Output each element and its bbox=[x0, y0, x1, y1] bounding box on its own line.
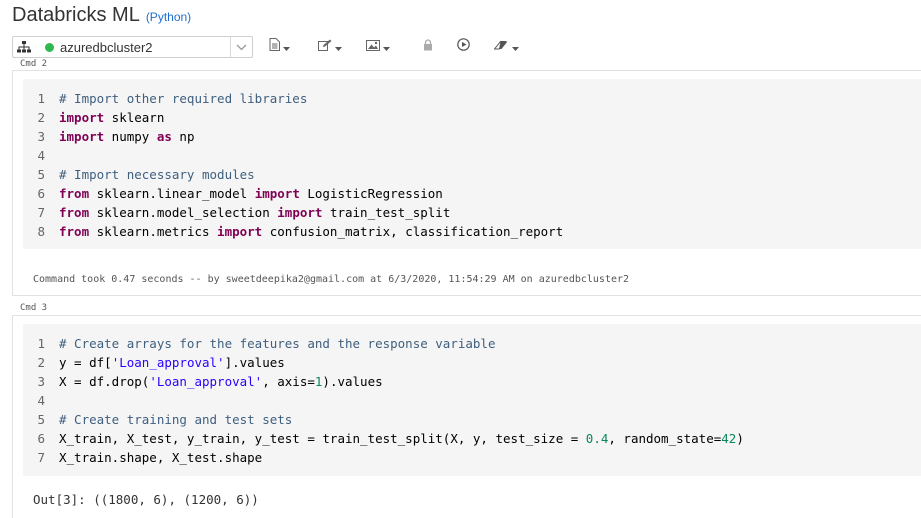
code-token: numpy bbox=[104, 129, 157, 144]
code-token: train_test_split bbox=[322, 205, 451, 220]
line-number: 3 bbox=[37, 374, 45, 389]
code-token: X_train, X_test, y_train, y_test = train… bbox=[59, 431, 586, 446]
chevron-down-icon[interactable] bbox=[230, 37, 252, 57]
cell-label: Cmd 3 bbox=[20, 303, 48, 313]
document-icon bbox=[269, 38, 280, 56]
play-circle-icon bbox=[457, 38, 470, 56]
permissions-button[interactable] bbox=[423, 36, 433, 58]
caret-down-icon bbox=[383, 38, 390, 56]
code-line[interactable]: 2 import sklearn bbox=[23, 108, 164, 127]
edit-menu-button[interactable] bbox=[318, 36, 342, 58]
cluster-tree-icon bbox=[13, 41, 35, 53]
cluster-status-indicator bbox=[45, 42, 54, 52]
code-line[interactable]: 7 X_train.shape, X_test.shape bbox=[23, 448, 262, 467]
notebook-toolbar: azuredbcluster2 bbox=[12, 36, 519, 58]
eraser-icon bbox=[493, 38, 509, 56]
code-token: from bbox=[59, 186, 90, 201]
line-number: 1 bbox=[37, 91, 45, 106]
line-number: 1 bbox=[37, 336, 45, 351]
code-token: # Create arrays for the features and the… bbox=[59, 336, 496, 351]
code-line[interactable]: 2 y = df['Loan_approval'].values bbox=[23, 353, 285, 372]
caret-down-icon bbox=[283, 38, 290, 56]
code-line[interactable]: 1 # Create arrays for the features and th… bbox=[23, 334, 496, 353]
line-number: 4 bbox=[37, 393, 45, 408]
cluster-name: azuredbcluster2 bbox=[60, 39, 153, 55]
line-number: 5 bbox=[37, 412, 45, 427]
line-number: 2 bbox=[37, 355, 45, 370]
cell-output: Out[3]: ((1800, 6), (1200, 6)) bbox=[33, 492, 259, 507]
code-token: sklearn bbox=[104, 110, 165, 125]
code-token: , random_state= bbox=[608, 431, 722, 446]
code-token: sklearn.metrics bbox=[89, 224, 218, 239]
code-line[interactable]: 7 from sklearn.model_selection import tra… bbox=[23, 203, 450, 222]
clear-menu-button[interactable] bbox=[493, 36, 519, 58]
line-number: 4 bbox=[37, 148, 45, 163]
file-menu-button[interactable] bbox=[269, 36, 290, 58]
code-token: 42 bbox=[721, 431, 737, 446]
notebook-cell[interactable]: 1 # Import other required libraries 2 impor… bbox=[12, 70, 921, 296]
code-token: y = df[ bbox=[59, 355, 112, 370]
code-line[interactable]: 4 bbox=[23, 146, 59, 165]
code-token: sklearn.linear_model bbox=[89, 186, 255, 201]
code-token: import bbox=[59, 110, 105, 125]
code-token: X = df.drop( bbox=[59, 374, 150, 389]
notebook-title[interactable]: Databricks ML bbox=[12, 0, 140, 29]
lock-icon bbox=[423, 38, 433, 56]
code-token: 1 bbox=[314, 374, 323, 389]
line-number: 6 bbox=[37, 186, 45, 201]
notebook-language[interactable]: (Python) bbox=[146, 10, 191, 24]
code-token: import bbox=[217, 224, 263, 239]
code-token: X_train.shape, X_test.shape bbox=[59, 450, 263, 465]
view-menu-button[interactable] bbox=[366, 36, 390, 58]
code-line[interactable]: 5 # Import necessary modules bbox=[23, 165, 255, 184]
line-number: 3 bbox=[37, 129, 45, 144]
image-icon bbox=[366, 38, 380, 56]
code-editor[interactable]: 1 # Import other required libraries 2 impor… bbox=[23, 79, 921, 249]
code-line[interactable]: 6 from sklearn.linear_model import Logist… bbox=[23, 184, 443, 203]
code-token: ].values bbox=[224, 355, 285, 370]
code-line[interactable]: 6 X_train, X_test, y_train, y_test = trai… bbox=[23, 429, 744, 448]
code-token: 'Loan_approval' bbox=[111, 355, 225, 370]
code-token: # Import other required libraries bbox=[59, 91, 308, 106]
line-number: 7 bbox=[37, 205, 45, 220]
code-line[interactable]: 8 from sklearn.metrics import confusion_m… bbox=[23, 222, 563, 241]
code-token: sklearn.model_selection bbox=[89, 205, 278, 220]
caret-down-icon bbox=[512, 38, 519, 56]
line-number: 8 bbox=[37, 224, 45, 239]
cluster-selector[interactable]: azuredbcluster2 bbox=[12, 36, 253, 58]
run-all-button[interactable] bbox=[457, 36, 470, 58]
code-line[interactable]: 3 X = df.drop('Loan_approval', axis= 1).va… bbox=[23, 372, 383, 391]
code-token: from bbox=[59, 205, 90, 220]
code-token: 'Loan_approval' bbox=[149, 374, 263, 389]
code-token: LogisticRegression bbox=[299, 186, 443, 201]
line-number: 7 bbox=[37, 450, 45, 465]
code-token: import bbox=[59, 129, 105, 144]
line-number: 2 bbox=[37, 110, 45, 125]
notebook-header: Databricks ML (Python) bbox=[12, 0, 191, 32]
code-token: ).values bbox=[322, 374, 383, 389]
line-number: 5 bbox=[37, 167, 45, 182]
code-token: 0.4 bbox=[585, 431, 609, 446]
cell-label: Cmd 2 bbox=[20, 59, 48, 69]
code-token: , axis= bbox=[262, 374, 315, 389]
command-status: Command took 0.47 seconds -- by sweetdee… bbox=[33, 274, 630, 285]
code-line[interactable]: 1 # Import other required libraries bbox=[23, 89, 307, 108]
code-token: np bbox=[171, 129, 195, 144]
code-token: confusion_matrix, classification_report bbox=[262, 224, 564, 239]
code-line[interactable]: 5 # Create training and test sets bbox=[23, 410, 292, 429]
code-token: as bbox=[156, 129, 172, 144]
code-token: import bbox=[277, 205, 323, 220]
code-token: import bbox=[254, 186, 300, 201]
code-token: ) bbox=[736, 431, 744, 446]
code-line[interactable]: 3 import numpy as np bbox=[23, 127, 194, 146]
notebook-cell[interactable]: 1 # Create arrays for the features and th… bbox=[12, 315, 921, 518]
line-number: 6 bbox=[37, 431, 45, 446]
code-editor[interactable]: 1 # Create arrays for the features and th… bbox=[23, 324, 921, 476]
code-token: # Create training and test sets bbox=[59, 412, 293, 427]
caret-down-icon bbox=[335, 38, 342, 56]
code-token: from bbox=[59, 224, 90, 239]
code-token: # Import necessary modules bbox=[59, 167, 255, 182]
code-line[interactable]: 4 bbox=[23, 391, 59, 410]
edit-icon bbox=[318, 38, 332, 56]
